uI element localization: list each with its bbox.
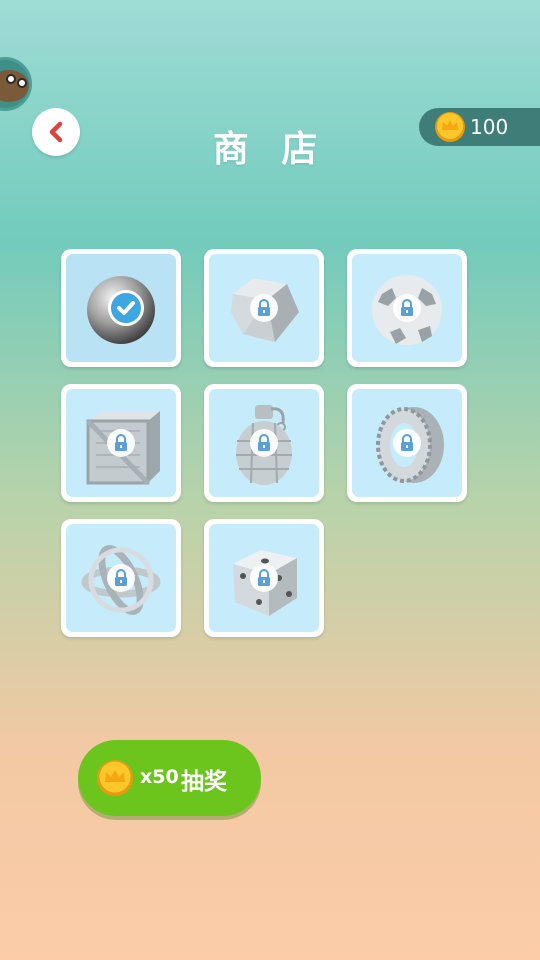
coin-balance: 100 xyxy=(419,108,540,146)
mascot-eye-icon xyxy=(17,78,27,88)
lock-icon xyxy=(107,564,135,592)
lottery-cost: x50 xyxy=(140,766,179,788)
lock-icon xyxy=(250,294,278,322)
mascot-eye-icon xyxy=(6,74,16,84)
lock-icon xyxy=(393,294,421,322)
lottery-label: 抽奖 xyxy=(181,769,227,795)
coin-icon xyxy=(435,112,465,142)
lottery-button[interactable]: x50 抽奖 xyxy=(78,740,261,816)
shop-item-grenade[interactable] xyxy=(204,384,324,502)
shop-item-crate[interactable] xyxy=(61,384,181,502)
lock-icon xyxy=(393,429,421,457)
check-icon xyxy=(108,290,144,326)
lock-icon xyxy=(107,429,135,457)
shop-item-soccer-ball[interactable] xyxy=(347,249,467,367)
shop-item-polyhedron[interactable] xyxy=(204,249,324,367)
lock-icon xyxy=(250,429,278,457)
lock-icon xyxy=(250,564,278,592)
coin-count: 100 xyxy=(470,115,509,139)
shop-item-tire[interactable] xyxy=(347,384,467,502)
shop-item-dice[interactable] xyxy=(204,519,324,637)
shop-item-gyroscope[interactable] xyxy=(61,519,181,637)
shop-item-metal-ball[interactable] xyxy=(61,249,181,367)
player-avatar[interactable] xyxy=(0,57,32,111)
coin-icon xyxy=(97,760,133,796)
